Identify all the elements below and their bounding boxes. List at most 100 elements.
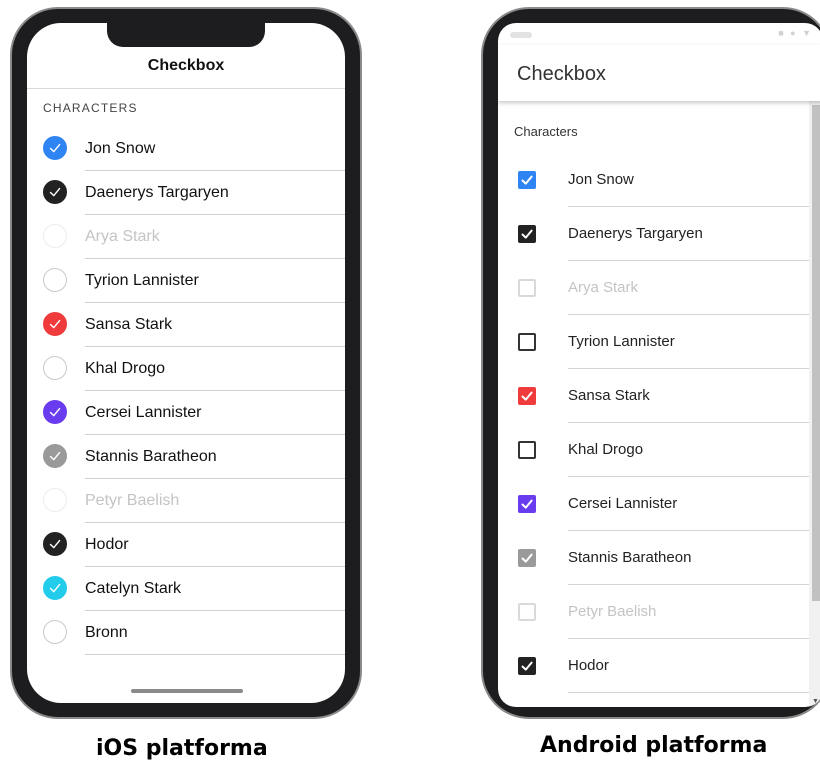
- android-section-header: Characters: [514, 124, 578, 139]
- ios-item-label: Catelyn Stark: [85, 580, 182, 597]
- android-list-item-tyrion-lannister[interactable]: Tyrion Lannister: [498, 315, 809, 369]
- android-scrollbar[interactable]: ▼: [809, 101, 820, 707]
- android-item-label: Petyr Baelish: [568, 603, 657, 620]
- unchecked-checkbox-icon: [518, 603, 536, 621]
- ios-list-item-catelyn-stark[interactable]: Catelyn Stark: [27, 567, 345, 611]
- checkmark-icon: [49, 583, 61, 593]
- checkmark-icon: [49, 143, 61, 153]
- android-item-label: Arya Stark: [568, 279, 639, 296]
- ios-header-divider: [27, 88, 345, 89]
- ios-character-list: Jon Snow Daenerys Targaryen Arya Stark Tyri…: [27, 127, 345, 655]
- android-list-item-cersei-lannister[interactable]: Cersei Lannister: [498, 477, 809, 531]
- android-list-item-arya-stark: Arya Stark: [498, 261, 809, 315]
- checkmark-icon: [521, 499, 533, 509]
- android-page-title: Checkbox: [517, 63, 606, 85]
- android-caption: Android platforma: [540, 733, 768, 758]
- ios-item-label: Arya Stark: [85, 228, 160, 245]
- android-list-item-khal-drogo[interactable]: Khal Drogo: [498, 423, 809, 477]
- android-content: Characters Jon Snow Daenerys Targaryen Ary…: [498, 101, 820, 707]
- list-divider: [85, 654, 345, 655]
- ios-list-item-petyr-baelish: Petyr Baelish: [27, 479, 345, 523]
- android-item-label: Sansa Stark: [568, 387, 650, 404]
- ios-list-item-cersei-lannister[interactable]: Cersei Lannister: [27, 391, 345, 435]
- checked-circle-icon[interactable]: [43, 400, 67, 424]
- unchecked-checkbox-icon[interactable]: [518, 333, 536, 351]
- checkmark-icon: [521, 553, 533, 563]
- ios-device-frame: Checkbox CHARACTERS Jon Snow Daenerys Tar…: [10, 7, 362, 719]
- ios-item-label: Stannis Baratheon: [85, 448, 217, 465]
- checked-checkbox-icon[interactable]: [518, 657, 536, 675]
- checked-checkbox-icon[interactable]: [518, 171, 536, 189]
- checkmark-icon: [521, 229, 533, 239]
- android-item-label: Tyrion Lannister: [568, 333, 675, 350]
- ios-notch: [107, 23, 265, 47]
- checked-circle-icon[interactable]: [43, 444, 67, 468]
- android-list-item-stannis-baratheon[interactable]: Stannis Baratheon: [498, 531, 809, 585]
- ios-list-item-khal-drogo[interactable]: Khal Drogo: [27, 347, 345, 391]
- ios-item-label: Tyrion Lannister: [85, 272, 199, 289]
- list-divider: [568, 692, 809, 693]
- ios-item-label: Bronn: [85, 624, 128, 641]
- android-list-item-sansa-stark[interactable]: Sansa Stark: [498, 369, 809, 423]
- ios-list-item-jon-snow[interactable]: Jon Snow: [27, 127, 345, 171]
- ios-page-title: Checkbox: [147, 57, 225, 74]
- checked-checkbox-icon[interactable]: [518, 549, 536, 567]
- ios-item-label: Cersei Lannister: [85, 404, 202, 421]
- ios-item-label: Daenerys Targaryen: [85, 184, 229, 201]
- checkmark-icon: [49, 539, 61, 549]
- android-app-bar: Checkbox: [498, 45, 820, 101]
- checkmark-icon: [49, 319, 61, 329]
- android-status-bar: ■ ● ▼: [498, 23, 820, 45]
- ios-list-item-arya-stark: Arya Stark: [27, 215, 345, 259]
- status-pill-icon: [510, 32, 532, 38]
- checkmark-icon: [521, 661, 533, 671]
- android-screen: ■ ● ▼ Checkbox Characters Jon Snow Daener…: [498, 23, 820, 707]
- status-icons: ■ ● ▼: [778, 28, 813, 38]
- checkmark-icon: [49, 451, 61, 461]
- android-item-label: Daenerys Targaryen: [568, 225, 703, 242]
- unchecked-circle-icon[interactable]: [43, 268, 67, 292]
- checked-checkbox-icon[interactable]: [518, 225, 536, 243]
- unchecked-checkbox-icon[interactable]: [518, 441, 536, 459]
- scroll-down-arrow-icon[interactable]: ▼: [812, 698, 819, 705]
- unchecked-circle-icon: [43, 224, 67, 248]
- android-list-item-hodor[interactable]: Hodor: [498, 639, 809, 693]
- ios-item-label: Sansa Stark: [85, 316, 173, 333]
- checked-circle-icon[interactable]: [43, 312, 67, 336]
- ios-item-label: Jon Snow: [85, 140, 156, 157]
- ios-item-label: Khal Drogo: [85, 360, 166, 377]
- android-item-label: Stannis Baratheon: [568, 549, 692, 566]
- checkmark-icon: [49, 407, 61, 417]
- ios-screen: Checkbox CHARACTERS Jon Snow Daenerys Tar…: [27, 23, 345, 703]
- ios-section-header: CHARACTERS: [43, 101, 138, 115]
- unchecked-circle-icon: [43, 488, 67, 512]
- android-list-item-jon-snow[interactable]: Jon Snow: [498, 153, 809, 207]
- unchecked-circle-icon[interactable]: [43, 620, 67, 644]
- ios-list-item-daenerys-targaryen[interactable]: Daenerys Targaryen: [27, 171, 345, 215]
- android-list-item-daenerys-targaryen[interactable]: Daenerys Targaryen: [498, 207, 809, 261]
- scrollbar-thumb[interactable]: [812, 105, 820, 601]
- checked-circle-icon[interactable]: [43, 136, 67, 160]
- android-item-label: Khal Drogo: [568, 441, 644, 458]
- ios-list-item-tyrion-lannister[interactable]: Tyrion Lannister: [27, 259, 345, 303]
- unchecked-circle-icon[interactable]: [43, 356, 67, 380]
- android-item-label: Jon Snow: [568, 171, 634, 188]
- checked-circle-icon[interactable]: [43, 576, 67, 600]
- checked-circle-icon[interactable]: [43, 532, 67, 556]
- ios-item-label: Petyr Baelish: [85, 492, 180, 509]
- checked-checkbox-icon[interactable]: [518, 387, 536, 405]
- ios-list-item-bronn[interactable]: Bronn: [27, 611, 345, 655]
- android-item-label: Hodor: [568, 657, 609, 674]
- ios-caption: iOS platforma: [96, 736, 268, 761]
- checkmark-icon: [521, 391, 533, 401]
- ios-home-indicator[interactable]: [131, 689, 243, 693]
- ios-item-label: Hodor: [85, 536, 129, 553]
- checked-circle-icon[interactable]: [43, 180, 67, 204]
- ios-list-item-hodor[interactable]: Hodor: [27, 523, 345, 567]
- checked-checkbox-icon[interactable]: [518, 495, 536, 513]
- android-device-frame: ■ ● ▼ Checkbox Characters Jon Snow Daener…: [481, 7, 820, 719]
- ios-list-item-stannis-baratheon[interactable]: Stannis Baratheon: [27, 435, 345, 479]
- unchecked-checkbox-icon: [518, 279, 536, 297]
- ios-list-item-sansa-stark[interactable]: Sansa Stark: [27, 303, 345, 347]
- android-character-list: Jon Snow Daenerys Targaryen Arya Stark Tyri…: [498, 153, 809, 693]
